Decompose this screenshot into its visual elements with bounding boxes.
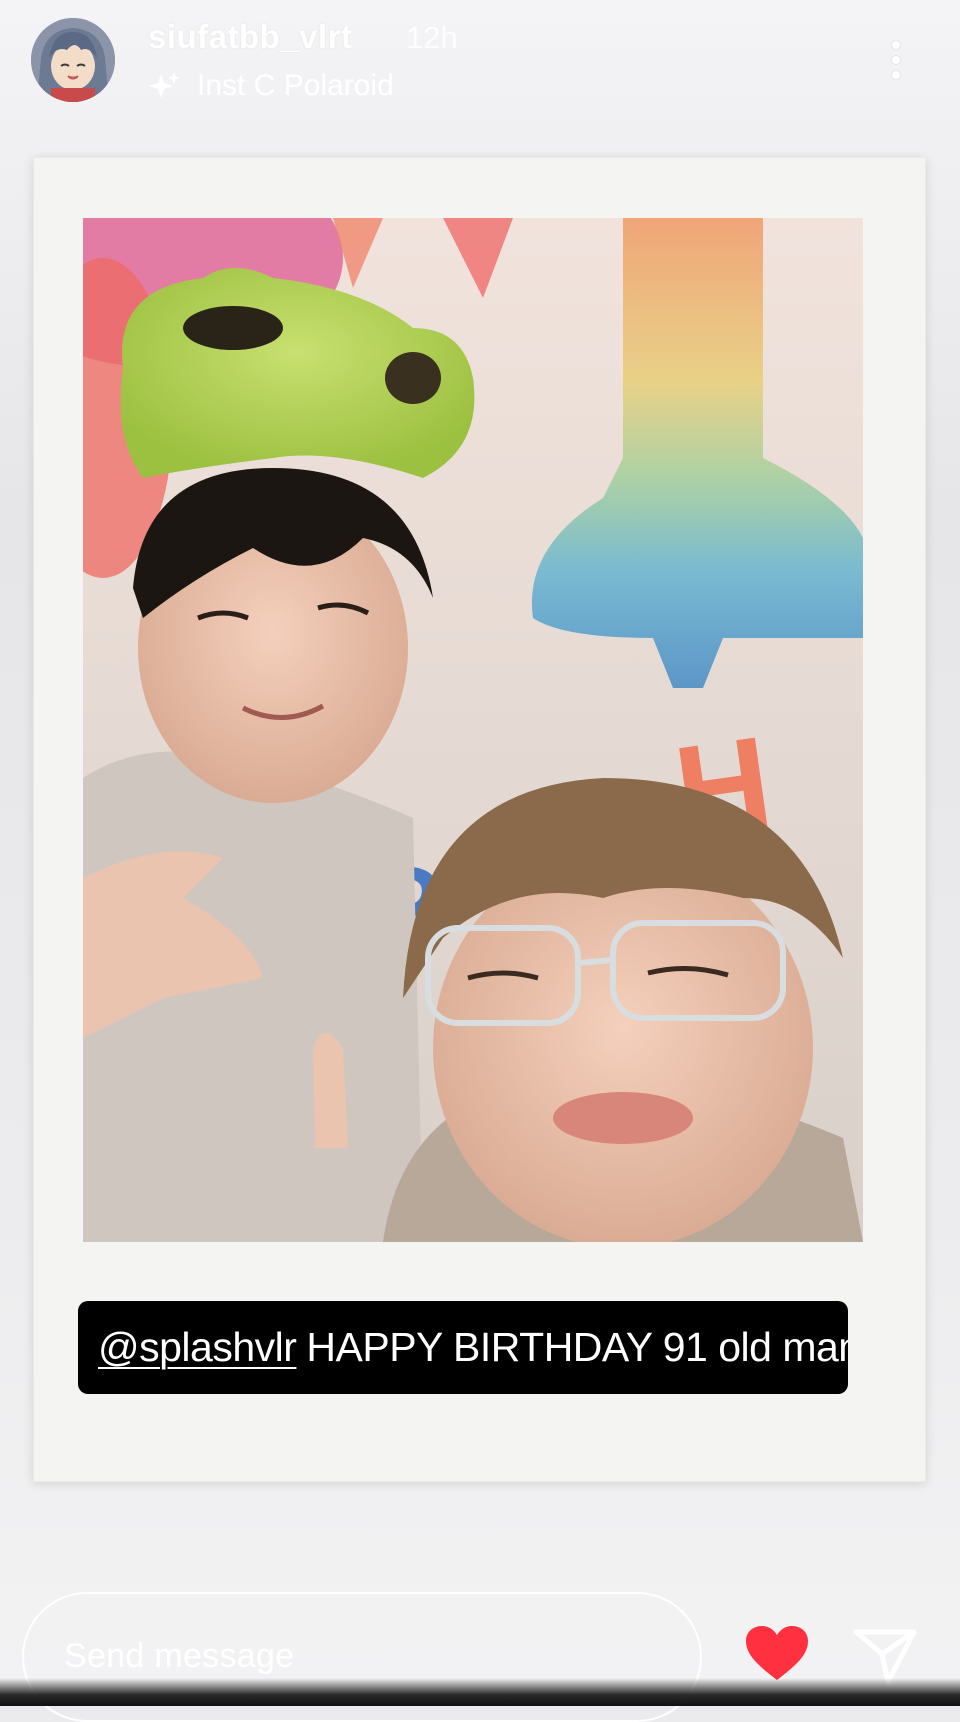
like-button[interactable] <box>744 1624 810 1684</box>
caption-text: HAPPY BIRTHDAY 91 old man <box>306 1324 848 1370</box>
heart-icon <box>746 1626 808 1680</box>
more-options-button[interactable] <box>878 30 914 90</box>
send-icon <box>853 1629 917 1685</box>
bottom-strip <box>0 1678 960 1706</box>
more-vertical-icon <box>892 41 900 49</box>
story-timestamp: 12h <box>406 20 458 55</box>
story-photo[interactable]: H A P P <box>83 218 863 1242</box>
story-header: siufatbb_vlrt 12h Inst C Polaroid <box>0 0 960 120</box>
effect-label[interactable]: Inst C Polaroid <box>197 69 394 103</box>
sparkles-icon <box>148 70 182 104</box>
profile-avatar[interactable] <box>31 18 115 102</box>
share-button[interactable] <box>852 1626 918 1686</box>
story-username[interactable]: siufatbb_vlrt <box>148 18 353 56</box>
send-message-placeholder: Send message <box>64 1637 295 1675</box>
mention-tag[interactable]: @splashvlr <box>98 1324 297 1371</box>
caption-sticker[interactable]: @splashvlr HAPPY BIRTHDAY 91 old man <box>78 1301 848 1394</box>
